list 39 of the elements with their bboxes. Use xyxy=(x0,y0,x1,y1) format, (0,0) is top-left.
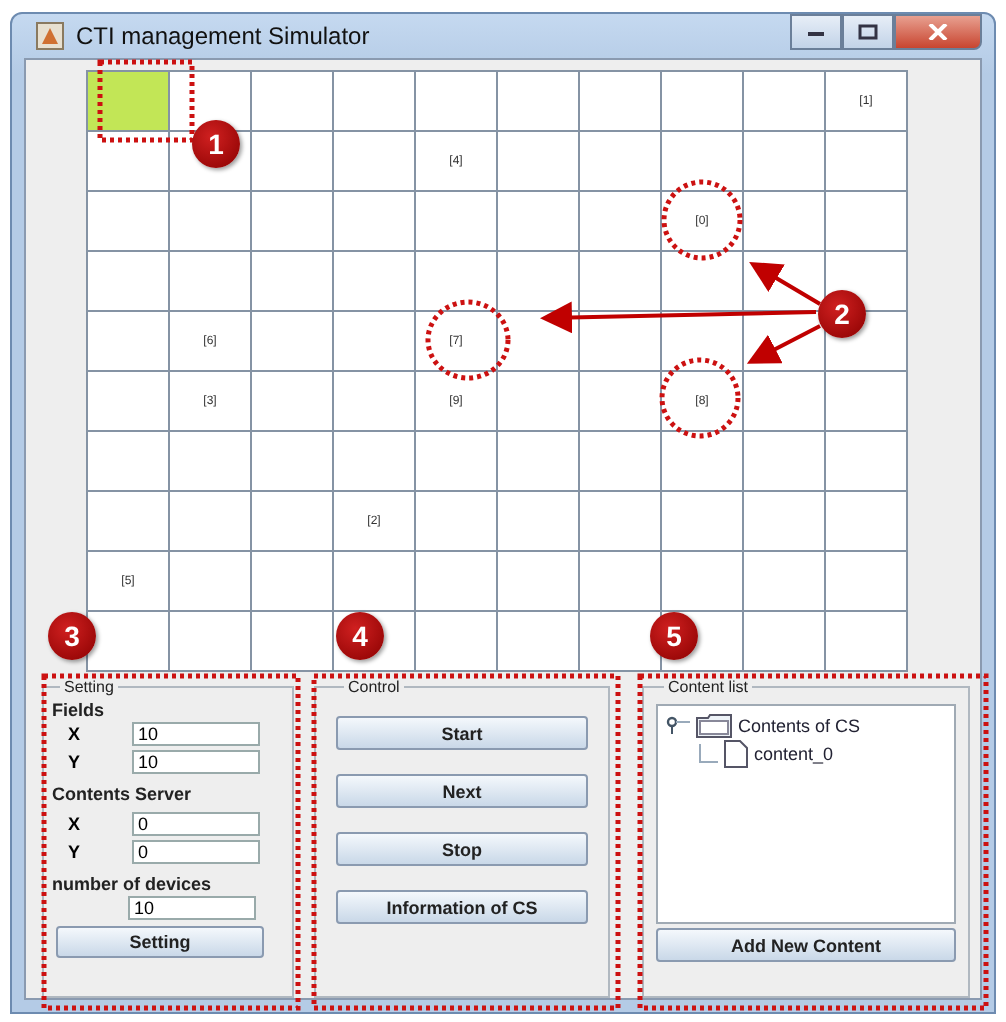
section-label: Fields xyxy=(52,700,107,720)
maximize-icon xyxy=(858,24,878,40)
highlight-circle xyxy=(425,299,511,381)
setting-button[interactable]: Setting xyxy=(56,926,264,958)
tree-connector-icon xyxy=(698,744,718,764)
control-button[interactable]: Start xyxy=(336,716,588,750)
section-label: Contents Server xyxy=(52,784,194,804)
highlight-circle xyxy=(659,357,741,439)
field-label: Y xyxy=(66,842,83,862)
close-button[interactable] xyxy=(894,14,982,50)
field-label: X xyxy=(66,724,83,744)
input-field[interactable]: 10 xyxy=(132,750,260,774)
tree-item[interactable]: Contents of CS xyxy=(738,716,861,736)
field-label: Y xyxy=(66,752,83,772)
document-icon xyxy=(724,740,748,768)
window-title: CTI management Simulator xyxy=(76,22,370,50)
panel-title: Setting xyxy=(62,678,116,696)
control-button[interactable]: Stop xyxy=(336,832,588,866)
folder-icon xyxy=(696,714,732,738)
highlight-frame xyxy=(97,59,195,143)
input-field[interactable]: 0 xyxy=(132,840,260,864)
input-field[interactable]: 10 xyxy=(132,722,260,746)
add-content-button[interactable]: Add New Content xyxy=(656,928,956,962)
app-icon xyxy=(36,22,64,50)
section-label: number of devices xyxy=(52,874,214,894)
field-label: X xyxy=(66,814,83,834)
minimize-icon xyxy=(806,26,826,38)
input-field[interactable]: 0 xyxy=(132,812,260,836)
control-button[interactable]: Information of CS xyxy=(336,890,588,924)
close-icon xyxy=(928,24,948,40)
panel-title: Content list xyxy=(666,678,751,696)
expand-toggle-icon[interactable] xyxy=(666,716,690,736)
input-field[interactable]: 10 xyxy=(128,896,256,920)
highlight-circle xyxy=(661,179,743,261)
maximize-button[interactable] xyxy=(842,14,894,50)
panel-title: Control xyxy=(346,678,402,696)
control-button[interactable]: Next xyxy=(336,774,588,808)
minimize-button[interactable] xyxy=(790,14,842,50)
tree-item[interactable]: content_0 xyxy=(754,744,834,764)
